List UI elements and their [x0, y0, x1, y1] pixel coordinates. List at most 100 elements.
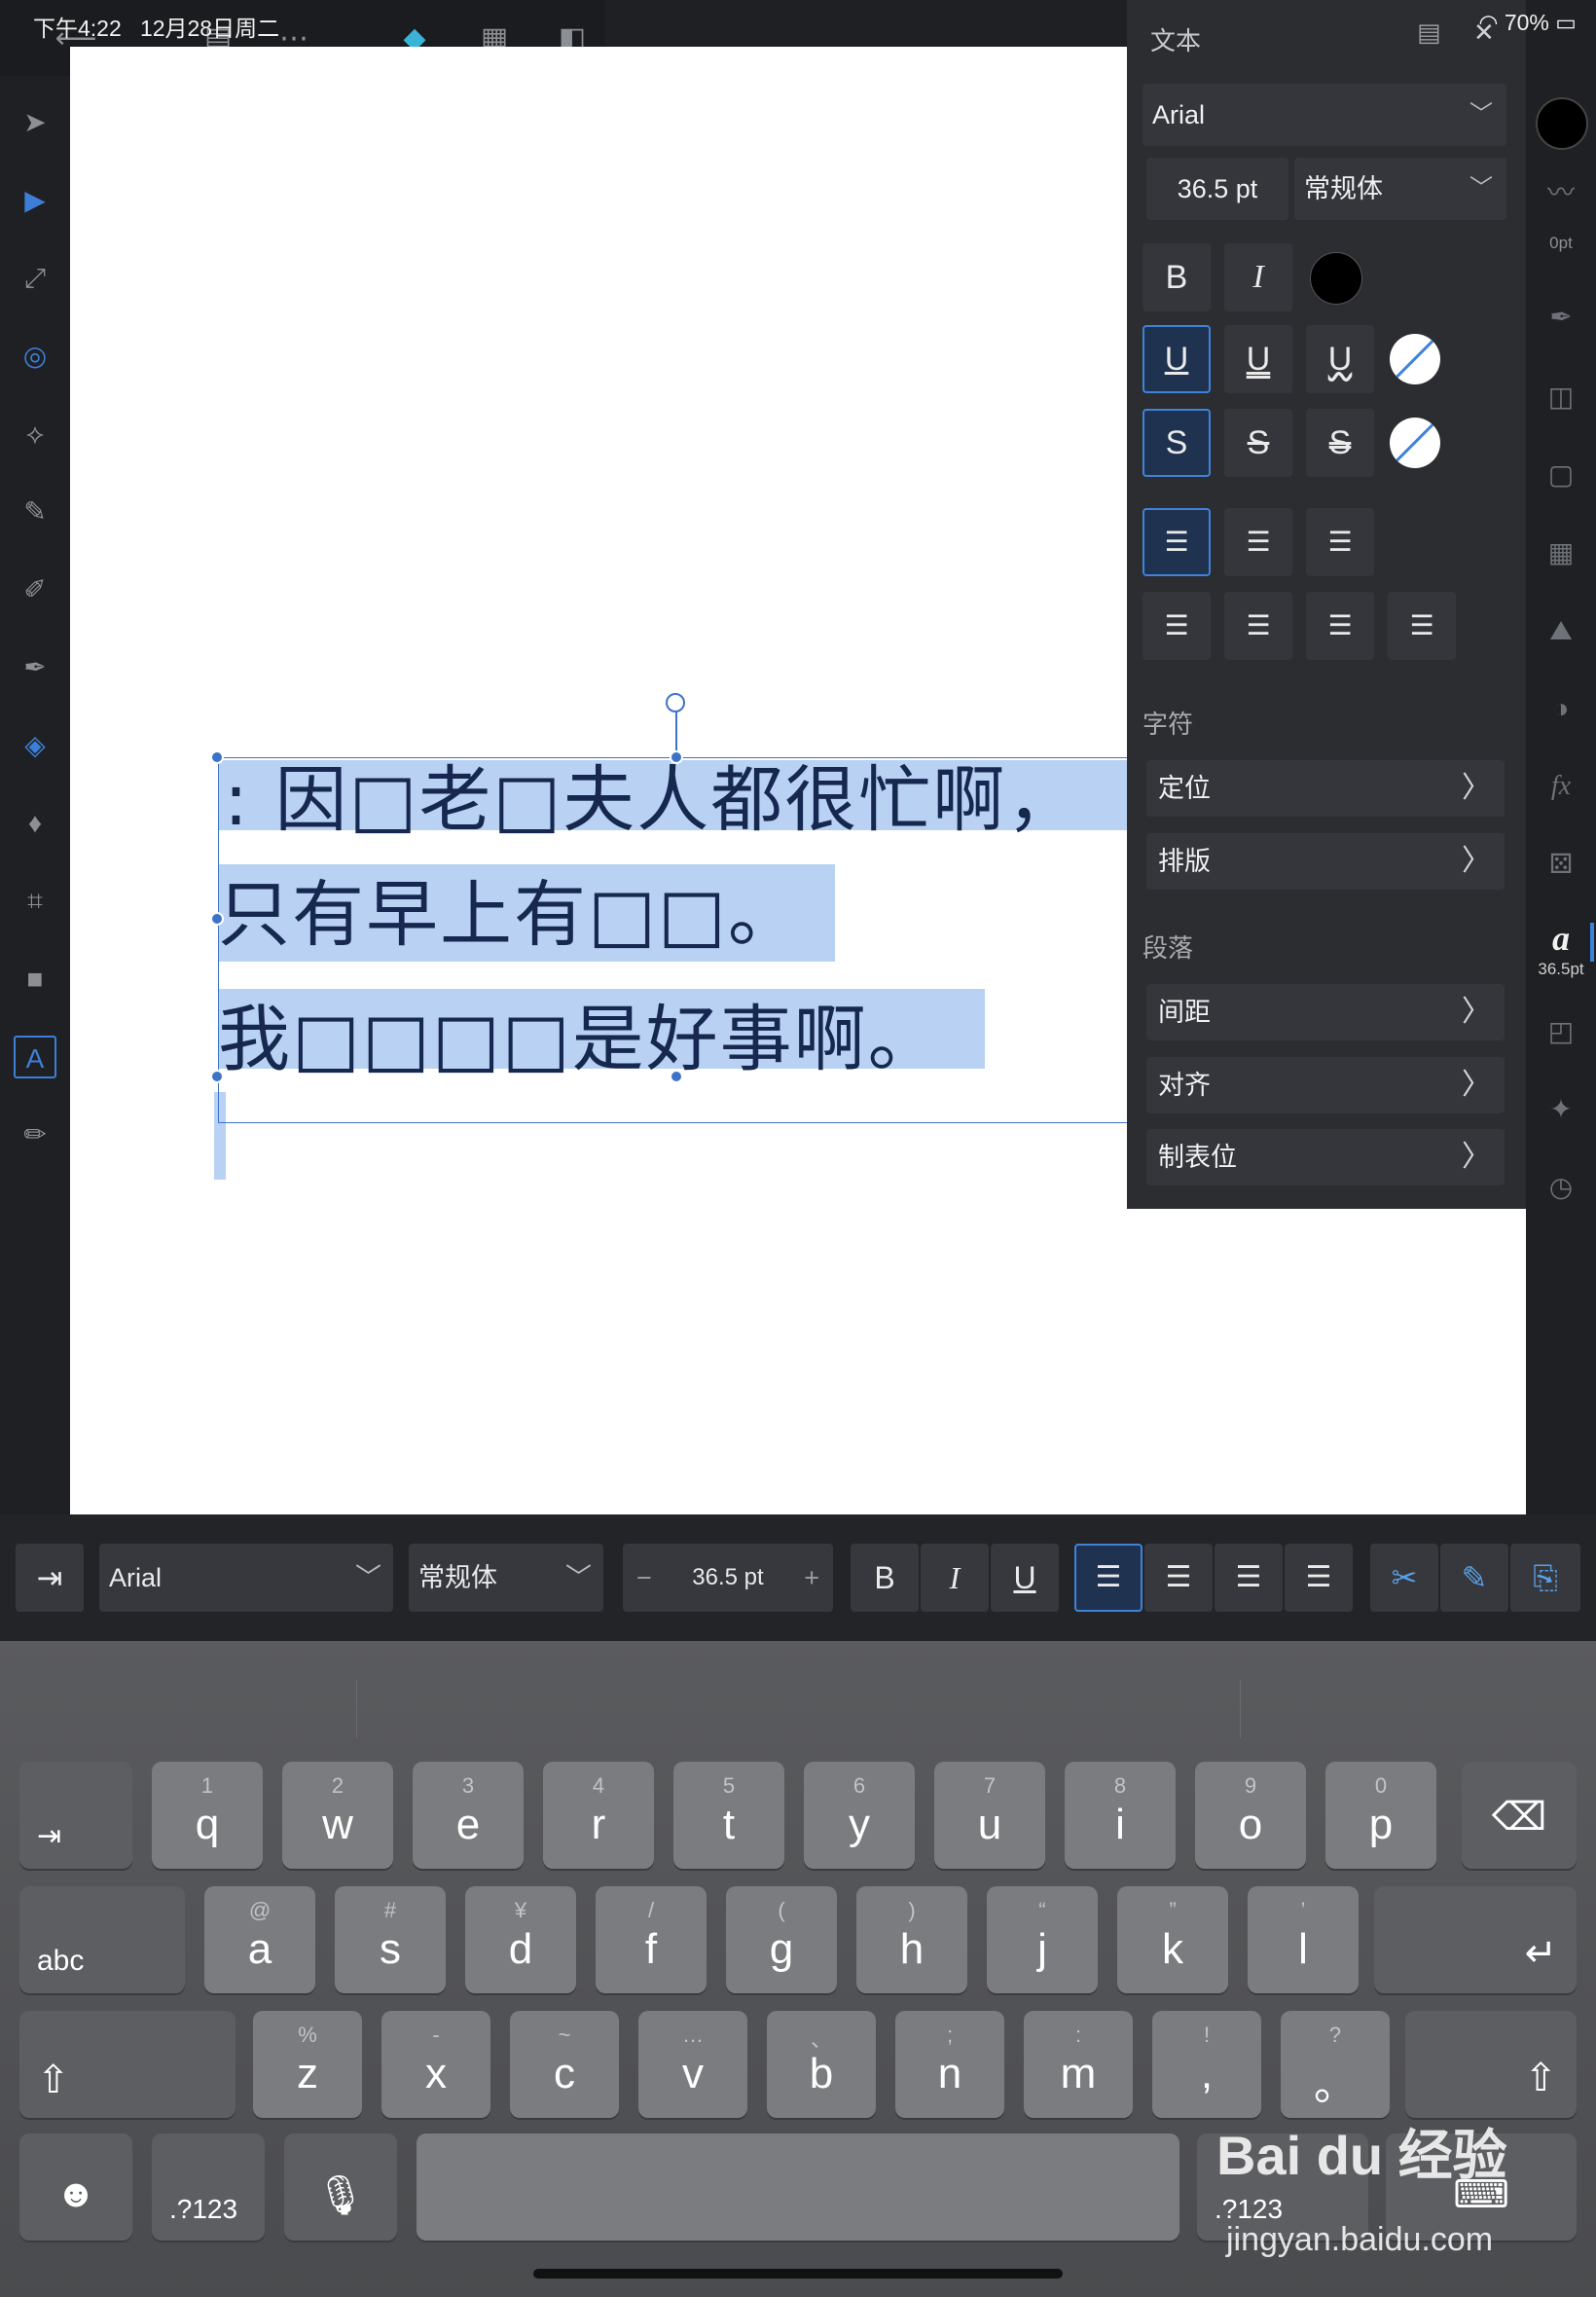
key-k[interactable]: ” k: [1117, 1886, 1228, 1993]
key-x[interactable]: -x: [381, 2011, 490, 2118]
point-transform-icon[interactable]: ⟡: [14, 413, 56, 456]
history-icon[interactable]: ◷: [1542, 1168, 1580, 1207]
key-g[interactable]: (g: [726, 1886, 837, 1993]
key-。[interactable]: ?。: [1281, 2011, 1390, 2118]
brush-icon[interactable]: ✒: [1542, 298, 1580, 337]
key-z[interactable]: % z: [253, 2011, 362, 2118]
text-tool-icon[interactable]: A: [14, 1036, 56, 1078]
fill-color-swatch[interactable]: [1536, 97, 1588, 150]
key-v[interactable]: … v: [638, 2011, 747, 2118]
key-l[interactable]: ’ l: [1248, 1886, 1359, 1993]
underline-wavy-button[interactable]: U: [1306, 325, 1374, 393]
align-center-icon[interactable]: ☰: [1224, 508, 1292, 576]
key-j[interactable]: “j: [987, 1886, 1098, 1993]
swatches-icon[interactable]: ▦: [1542, 533, 1580, 572]
key-i[interactable]: 8i: [1065, 1762, 1176, 1869]
move-tool-icon[interactable]: ➤: [14, 101, 56, 144]
underline-single-button[interactable]: U: [1143, 325, 1211, 393]
color-picker-icon[interactable]: ✏: [14, 1113, 56, 1156]
key-a[interactable]: @ a: [204, 1886, 315, 1993]
key-c[interactable]: ~ c: [510, 2011, 619, 2118]
key-p[interactable]: 0p: [1325, 1762, 1436, 1869]
key-n[interactable]: ; n: [895, 2011, 1004, 2118]
key-,[interactable]: !,: [1152, 2011, 1261, 2118]
key-u[interactable]: 7u: [934, 1762, 1045, 1869]
ctx-font-select[interactable]: Arial ﹀: [99, 1544, 393, 1612]
image-icon[interactable]: ⛰: [1542, 611, 1580, 650]
key-m[interactable]: :m: [1024, 2011, 1133, 2118]
font-family-select[interactable]: Arial ﹀: [1143, 84, 1506, 146]
key-t[interactable]: 5t: [673, 1762, 784, 1869]
navigator-icon[interactable]: ✦: [1542, 1090, 1580, 1129]
pencil-tool-icon[interactable]: ✎: [14, 491, 56, 533]
justify-left-icon[interactable]: ☰: [1143, 592, 1211, 660]
row-typography[interactable]: 排版 〉: [1146, 833, 1505, 890]
bold-button[interactable]: B: [1143, 243, 1211, 311]
return-key[interactable]: ↵: [1374, 1886, 1577, 1993]
shift-key-right[interactable]: ⇧: [1405, 2011, 1577, 2118]
key-f[interactable]: / f: [596, 1886, 707, 1993]
key-b[interactable]: 、 b: [767, 2011, 876, 2118]
assets-icon[interactable]: ⚄: [1542, 845, 1580, 884]
ctx-align-left-icon[interactable]: ☰: [1074, 1544, 1143, 1612]
font-style-select[interactable]: 常规体 ﹀: [1294, 158, 1506, 220]
key-e[interactable]: 3e: [413, 1762, 524, 1869]
justify-all-icon[interactable]: ☰: [1388, 592, 1456, 660]
row-positioning[interactable]: 定位 〉: [1146, 760, 1505, 817]
ctx-italic-button[interactable]: I: [921, 1544, 989, 1612]
constraints-icon[interactable]: ◰: [1542, 1012, 1580, 1051]
align-left-icon[interactable]: ☰: [1143, 508, 1211, 576]
node-tool-icon[interactable]: ▶: [14, 179, 56, 222]
strike-color-none[interactable]: [1390, 418, 1440, 468]
tab-key-icon[interactable]: ⇥: [16, 1544, 84, 1612]
strike-double-button[interactable]: S: [1306, 409, 1374, 477]
increase-size-button[interactable]: +: [804, 1544, 819, 1612]
strike-none-button[interactable]: S: [1143, 409, 1211, 477]
rectangle-tool-icon[interactable]: ■: [14, 958, 56, 1001]
tab-key[interactable]: ⇥: [19, 1762, 132, 1869]
justify-right-icon[interactable]: ☰: [1306, 592, 1374, 660]
transform-tool-icon[interactable]: ⤢: [14, 257, 56, 300]
transform-icon[interactable]: ▢: [1542, 456, 1580, 494]
row-spacing[interactable]: 间距 〉: [1146, 984, 1505, 1040]
key-y[interactable]: 6y: [804, 1762, 915, 1869]
ctx-paste-icon[interactable]: ⎘: [1510, 1544, 1580, 1612]
transparency-tool-icon[interactable]: ♦: [14, 802, 56, 845]
underline-double-button[interactable]: U: [1224, 325, 1292, 393]
numbers-key[interactable]: .?123: [152, 2133, 265, 2241]
strike-single-button[interactable]: S: [1224, 409, 1292, 477]
key-o[interactable]: 9o: [1195, 1762, 1306, 1869]
ctx-underline-button[interactable]: U: [991, 1544, 1059, 1612]
ctx-align-center-icon[interactable]: ☰: [1144, 1544, 1213, 1612]
text-color-swatch[interactable]: [1310, 252, 1362, 305]
ctx-cut-icon[interactable]: ✂: [1370, 1544, 1438, 1612]
ctx-align-right-icon[interactable]: ☰: [1215, 1544, 1283, 1612]
italic-button[interactable]: I: [1224, 243, 1292, 311]
ctx-bold-button[interactable]: B: [851, 1544, 919, 1612]
panel-menu-icon[interactable]: ▤: [1417, 18, 1441, 48]
vector-brush-icon[interactable]: ✐: [14, 568, 56, 611]
crop-tool-icon[interactable]: ⌗: [14, 880, 56, 923]
abc-key[interactable]: abc: [19, 1886, 185, 1993]
key-w[interactable]: 2w: [282, 1762, 393, 1869]
text-studio-icon[interactable]: a: [1542, 919, 1580, 958]
ctx-justify-icon[interactable]: ☰: [1285, 1544, 1353, 1612]
rotate-handle[interactable]: [666, 693, 685, 712]
ctx-style-select[interactable]: 常规体 ﹀: [409, 1544, 603, 1612]
key-q[interactable]: 1q: [152, 1762, 263, 1869]
key-r[interactable]: 4r: [543, 1762, 654, 1869]
stroke-icon[interactable]: 〰: [1542, 173, 1580, 212]
font-size-field[interactable]: 36.5 pt: [1146, 158, 1288, 220]
fill-tool-icon[interactable]: ◈: [14, 724, 56, 767]
key-h[interactable]: ) h: [856, 1886, 967, 1993]
ctx-size-stepper[interactable]: − 36.5 pt +: [623, 1544, 833, 1612]
space-key[interactable]: [417, 2133, 1179, 2241]
justify-center-icon[interactable]: ☰: [1224, 592, 1292, 660]
align-right-icon[interactable]: ☰: [1306, 508, 1374, 576]
ctx-edit-icon[interactable]: ✎: [1440, 1544, 1508, 1612]
emoji-key[interactable]: ☻: [19, 2133, 132, 2241]
key-s[interactable]: # s: [335, 1886, 446, 1993]
layers-icon[interactable]: ◫: [1542, 378, 1580, 417]
pen-tool-icon[interactable]: ✒: [14, 646, 56, 689]
shift-key-left[interactable]: ⇧: [19, 2011, 236, 2118]
